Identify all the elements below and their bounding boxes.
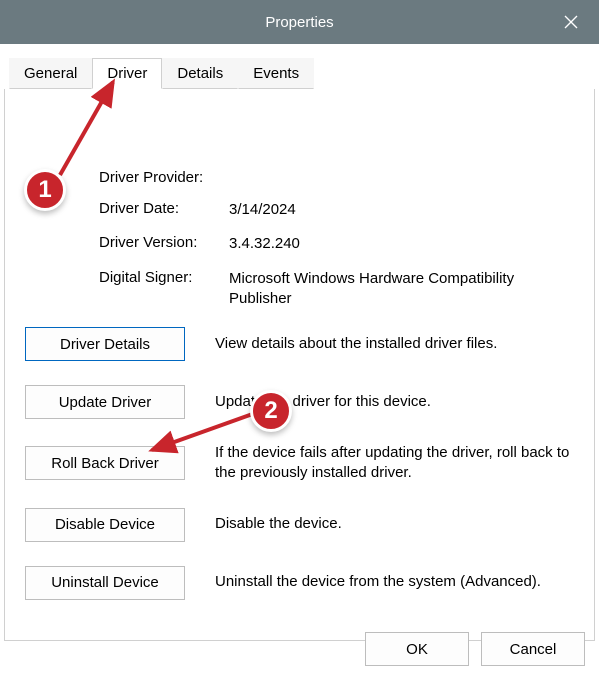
row-date: Driver Date: 3/14/2024	[99, 200, 576, 220]
value-version: 3.4.32.240	[229, 234, 576, 254]
value-signer: Microsoft Windows Hardware Compatibility…	[229, 269, 576, 310]
disable-device-desc: Disable the device.	[215, 514, 576, 534]
label-signer: Digital Signer:	[99, 269, 229, 310]
label-version: Driver Version:	[99, 234, 229, 254]
window-title: Properties	[265, 14, 333, 31]
tab-driver[interactable]: Driver	[92, 58, 162, 89]
row-version: Driver Version: 3.4.32.240	[99, 234, 576, 254]
dialog-footer: OK Cancel	[365, 632, 585, 666]
cancel-button[interactable]: Cancel	[481, 632, 585, 666]
driver-actions: Driver Details View details about the in…	[23, 327, 576, 600]
dialog-body: General Driver Details Events Driver Pro…	[0, 44, 599, 641]
update-driver-button[interactable]: Update Driver	[25, 385, 185, 419]
annotation-callout-1: 1	[24, 169, 66, 211]
row-uninstall-device: Uninstall Device Uninstall the device fr…	[23, 566, 576, 600]
tab-general[interactable]: General	[9, 58, 92, 89]
tab-details[interactable]: Details	[162, 58, 238, 89]
close-icon	[564, 15, 578, 29]
driver-details-button[interactable]: Driver Details	[25, 327, 185, 361]
tab-content: Driver Provider: Driver Date: 3/14/2024 …	[4, 89, 595, 641]
value-provider	[229, 169, 576, 186]
row-signer: Digital Signer: Microsoft Windows Hardwa…	[99, 269, 576, 310]
driver-info: Driver Provider: Driver Date: 3/14/2024 …	[99, 169, 576, 309]
tab-strip: General Driver Details Events	[4, 58, 595, 89]
label-provider: Driver Provider:	[99, 169, 229, 186]
driver-details-desc: View details about the installed driver …	[215, 334, 576, 354]
uninstall-device-button[interactable]: Uninstall Device	[25, 566, 185, 600]
disable-device-button[interactable]: Disable Device	[25, 508, 185, 542]
uninstall-device-desc: Uninstall the device from the system (Ad…	[215, 572, 576, 592]
row-disable-device: Disable Device Disable the device.	[23, 508, 576, 542]
row-rollback-driver: Roll Back Driver If the device fails aft…	[23, 443, 576, 484]
row-provider: Driver Provider:	[99, 169, 576, 186]
row-update-driver: Update Driver Update the driver for this…	[23, 385, 576, 419]
value-date: 3/14/2024	[229, 200, 576, 220]
tab-events[interactable]: Events	[238, 58, 314, 89]
close-button[interactable]	[543, 0, 599, 44]
rollback-driver-desc: If the device fails after updating the d…	[215, 443, 576, 484]
annotation-callout-2: 2	[250, 390, 292, 432]
titlebar: Properties	[0, 0, 599, 44]
label-date: Driver Date:	[99, 200, 229, 220]
ok-button[interactable]: OK	[365, 632, 469, 666]
row-driver-details: Driver Details View details about the in…	[23, 327, 576, 361]
rollback-driver-button[interactable]: Roll Back Driver	[25, 446, 185, 480]
